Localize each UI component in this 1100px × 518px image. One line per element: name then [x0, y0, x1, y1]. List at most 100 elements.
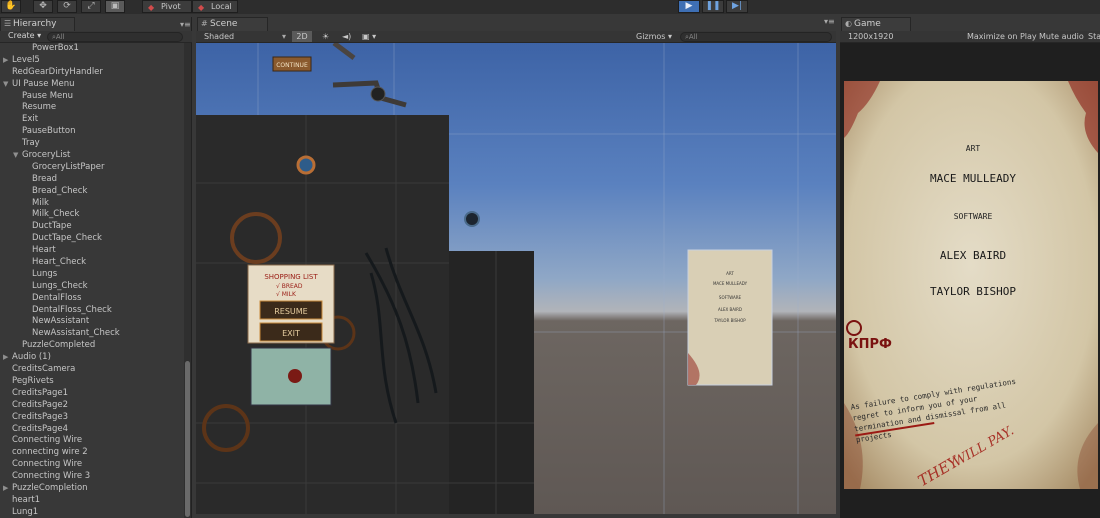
hierarchy-item[interactable]: CreditsPage1 — [0, 388, 183, 400]
hierarchy-item[interactable]: Connecting Wire — [0, 435, 183, 447]
scene-menu-icon[interactable]: ▾≡ — [824, 17, 835, 26]
hierarchy-item[interactable]: Bread — [0, 174, 183, 186]
play-icon: ▶ — [685, 1, 693, 11]
hierarchy-item[interactable]: GroceryListPaper — [0, 162, 183, 174]
hierarchy-scroll-thumb[interactable] — [185, 361, 190, 517]
resume-button-text: RESUME — [274, 307, 308, 316]
hierarchy-item[interactable]: Connecting Wire — [0, 459, 183, 471]
hierarchy-item[interactable]: DentalFloss_Check — [0, 305, 183, 317]
shading-mode-label: Shaded — [204, 32, 235, 41]
hierarchy-item[interactable]: Heart_Check — [0, 257, 183, 269]
pause-button[interactable]: ❚❚ — [702, 0, 724, 13]
create-dropdown[interactable]: Create ▾ — [8, 31, 41, 40]
maximize-on-play-toggle[interactable]: Maximize on Play — [967, 31, 1037, 43]
hierarchy-item[interactable]: Milk — [0, 198, 183, 210]
hierarchy-item[interactable]: PowerBox1 — [0, 43, 183, 55]
hand-tool-icon[interactable]: ✋ — [1, 0, 21, 13]
hierarchy-item[interactable]: DentalFloss — [0, 293, 183, 305]
expand-arrow-icon[interactable]: ▼ — [13, 150, 18, 162]
shading-dropdown-arrow-icon[interactable]: ▾ — [282, 31, 286, 43]
hierarchy-item[interactable]: Connecting Wire 3 — [0, 471, 183, 483]
hierarchy-item[interactable]: ▼ UI Pause Menu — [0, 79, 183, 91]
tab-game-label: Game — [854, 19, 881, 29]
pivot-toggle-button[interactable]: ◆ Pivot — [142, 0, 192, 13]
gizmos-dropdown[interactable]: Gizmos ▾ — [636, 31, 672, 43]
collapse-arrow-icon[interactable]: ▶ — [3, 483, 8, 495]
step-button[interactable]: ▶| — [726, 0, 748, 13]
hierarchy-item-label: RedGearDirtyHandler — [12, 66, 103, 77]
hierarchy-item[interactable]: PuzzleCompleted — [0, 340, 183, 352]
scale-tool-icon[interactable]: ⤢ — [81, 0, 101, 13]
hierarchy-menu-icon[interactable]: ▾≡ — [180, 20, 191, 29]
play-button[interactable]: ▶ — [678, 0, 700, 13]
hierarchy-item[interactable]: connecting wire 2 — [0, 447, 183, 459]
hierarchy-item[interactable]: CreditsPage3 — [0, 412, 183, 424]
hierarchy-item[interactable]: Lung1 — [0, 507, 183, 518]
audio-toggle-icon[interactable]: ◄) — [342, 31, 351, 43]
scene-viewport[interactable]: CONTINUE SHOPPING LIST √ BREAD √ MILK RE… — [196, 43, 836, 514]
hierarchy-scrollbar[interactable] — [184, 43, 191, 518]
game-viewport[interactable]: ART MACE MULLEADY SOFTWARE ALEX BAIRD TA… — [840, 43, 1100, 518]
lighting-toggle-icon[interactable]: ☀ — [322, 31, 329, 43]
hierarchy-item-label: PegRivets — [12, 375, 54, 386]
scene-search-input[interactable]: ⌕All — [680, 32, 832, 42]
collapse-arrow-icon[interactable]: ▶ — [3, 352, 8, 364]
list-icon: ☰ — [4, 19, 12, 28]
soviet-stamp-text: КПРФ — [848, 337, 892, 352]
mini-credit-3: ALEX BAIRD — [718, 307, 742, 312]
move-tool-icon[interactable]: ✥ — [33, 0, 53, 13]
hierarchy-item[interactable]: DuctTape — [0, 221, 183, 233]
hierarchy-item[interactable]: ▶ Level5 — [0, 55, 183, 67]
hierarchy-item[interactable]: CreditsPage4 — [0, 424, 183, 436]
hierarchy-item[interactable]: NewAssistant — [0, 316, 183, 328]
pivot-label: Pivot — [161, 2, 181, 11]
hierarchy-item-label: Level5 — [12, 54, 40, 65]
hierarchy-item-label: CreditsPage2 — [12, 399, 68, 410]
hierarchy-item[interactable]: ▶ PuzzleCompletion — [0, 483, 183, 495]
hierarchy-item[interactable]: CreditsCamera — [0, 364, 183, 376]
hierarchy-item[interactable]: RedGearDirtyHandler — [0, 67, 183, 79]
hierarchy-search-input[interactable]: ⌕All — [47, 32, 183, 42]
rotate-tool-icon[interactable]: ⟳ — [57, 0, 77, 13]
unity-editor-window: ✋ ✥ ⟳ ⤢ ▣ ◆ Pivot ◆ Local ▶ ❚❚ ▶| ☰ Hierar… — [0, 0, 1100, 518]
hierarchy-item[interactable]: Exit — [0, 114, 183, 126]
hierarchy-item[interactable]: Tray — [0, 138, 183, 150]
collapse-arrow-icon[interactable]: ▶ — [3, 55, 8, 67]
mode-2d-toggle[interactable]: 2D — [292, 31, 312, 42]
tab-game[interactable]: ◐ Game — [841, 17, 911, 31]
hierarchy-toolbar: Create ▾ ⌕All — [0, 31, 192, 43]
hierarchy-item[interactable]: PauseButton — [0, 126, 183, 138]
hierarchy-item-label: Lungs — [32, 268, 58, 279]
hierarchy-item[interactable]: Heart — [0, 245, 183, 257]
hierarchy-item[interactable]: NewAssistant_Check — [0, 328, 183, 340]
blue-orb-item — [296, 155, 316, 175]
hierarchy-item-label: Heart — [32, 245, 56, 256]
stats-toggle[interactable]: Sta — [1088, 31, 1100, 43]
hierarchy-item[interactable]: ▼ GroceryList — [0, 150, 183, 162]
tab-scene[interactable]: # Scene — [197, 17, 268, 31]
space-toggle-button[interactable]: ◆ Local — [192, 0, 238, 13]
hierarchy-item[interactable]: Bread_Check — [0, 186, 183, 198]
shading-mode-dropdown[interactable]: Shaded — [204, 31, 234, 43]
space-label: Local — [211, 2, 232, 11]
effects-toggle-icon[interactable]: ▣ ▾ — [362, 31, 376, 43]
credit-software-heading: SOFTWARE — [954, 212, 993, 221]
hierarchy-item[interactable]: Lungs — [0, 269, 183, 281]
resolution-dropdown[interactable]: 1200x1920 — [848, 31, 893, 43]
hierarchy-item[interactable]: CreditsPage2 — [0, 400, 183, 412]
hierarchy-item-label: Connecting Wire — [12, 435, 83, 446]
tab-hierarchy-label: Hierarchy — [13, 19, 57, 29]
hierarchy-item[interactable]: Resume — [0, 102, 183, 114]
expand-arrow-icon[interactable]: ▼ — [3, 79, 8, 91]
tab-hierarchy[interactable]: ☰ Hierarchy — [0, 17, 75, 31]
hierarchy-item[interactable]: ▶ Audio (1) — [0, 352, 183, 364]
hierarchy-item[interactable]: DuctTape_Check — [0, 233, 183, 245]
hierarchy-item[interactable]: Lungs_Check — [0, 281, 183, 293]
hierarchy-item[interactable]: Milk_Check — [0, 209, 183, 221]
mute-audio-toggle[interactable]: Mute audio — [1039, 31, 1084, 43]
hierarchy-item[interactable]: heart1 — [0, 495, 183, 507]
hierarchy-item[interactable]: Pause Menu — [0, 91, 183, 103]
rect-tool-icon[interactable]: ▣ — [105, 0, 125, 13]
hierarchy-item[interactable]: PegRivets — [0, 376, 183, 388]
hierarchy-item-label: Audio (1) — [12, 352, 51, 363]
